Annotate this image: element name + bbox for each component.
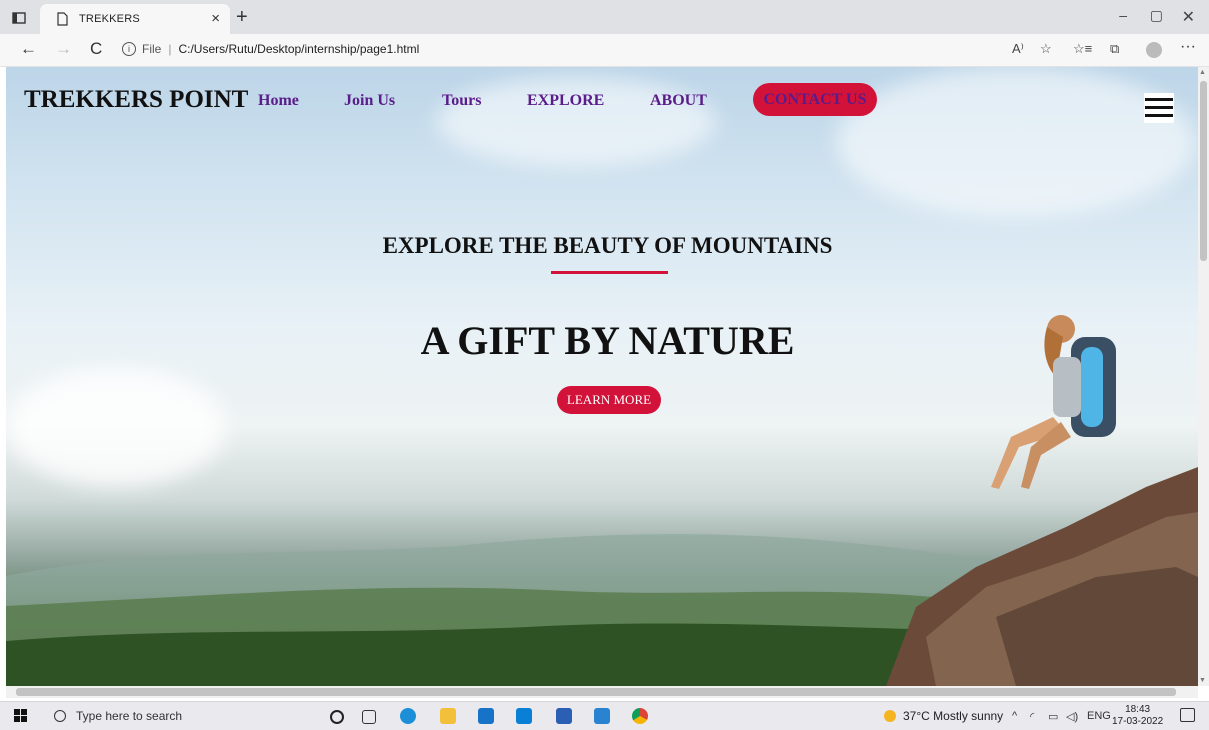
vertical-scroll-thumb[interactable]: [1200, 81, 1207, 261]
hero-title: A GIFT BY NATURE: [420, 318, 795, 363]
nav-link-join-us[interactable]: Join Us: [344, 92, 395, 110]
vertical-scrollbar[interactable]: ▲ ▼: [1198, 67, 1209, 686]
site-info-icon[interactable]: i: [122, 42, 136, 56]
nav-link-home[interactable]: Home: [258, 92, 299, 110]
taskbar-search-placeholder: Type here to search: [76, 709, 183, 723]
weather-text: 37°C Mostly sunny: [903, 709, 1004, 723]
tray-chevron-icon[interactable]: ^: [1012, 710, 1017, 722]
contact-us-button[interactable]: CONTACT US: [753, 83, 877, 116]
tab-actions-glyph: [12, 12, 26, 24]
new-tab-button[interactable]: +: [236, 6, 248, 28]
tab-close-icon[interactable]: ×: [211, 11, 220, 26]
clock-date: 17-03-2022: [1112, 716, 1164, 727]
windows-start-icon[interactable]: [14, 709, 28, 723]
windows-taskbar: Type here to search 37°C Mostly sunny ^ …: [0, 701, 1209, 730]
site-brand[interactable]: TREKKERS POINT: [24, 86, 248, 114]
language-indicator[interactable]: ENG: [1087, 710, 1111, 722]
battery-icon[interactable]: ▭: [1048, 710, 1058, 723]
favorites-add-icon[interactable]: ☆: [1040, 41, 1052, 57]
profile-icon[interactable]: [1146, 42, 1162, 58]
horizontal-scrollbar[interactable]: [6, 686, 1198, 698]
taskbar-clock[interactable]: 18:43 17-03-2022: [1112, 704, 1163, 728]
site-navbar: TREKKERS POINT Home Join Us Tours EXPLOR…: [6, 67, 1198, 131]
nav-link-explore[interactable]: EXPLORE: [527, 92, 604, 110]
network-icon[interactable]: ◜: [1030, 710, 1034, 723]
weather-widget[interactable]: 37°C Mostly sunny: [884, 709, 1003, 723]
task-view-icon[interactable]: [362, 710, 376, 724]
taskbar-search[interactable]: Type here to search: [46, 706, 304, 726]
reload-button[interactable]: C: [90, 39, 102, 59]
dell-icon[interactable]: [516, 708, 532, 724]
collections-icon[interactable]: ⧉: [1110, 41, 1119, 57]
nav-link-tours[interactable]: Tours: [442, 92, 481, 110]
cortana-icon[interactable]: [330, 710, 344, 724]
vscode-icon[interactable]: [594, 708, 610, 724]
maximize-button[interactable]: ▢: [1150, 7, 1163, 24]
address-separator: |: [168, 42, 172, 56]
nav-link-about[interactable]: ABOUT: [650, 92, 707, 110]
chrome-icon[interactable]: [632, 708, 648, 724]
horizontal-scroll-thumb[interactable]: [16, 688, 1176, 696]
read-aloud-icon[interactable]: A⁾: [1012, 41, 1024, 57]
mail-icon[interactable]: [478, 708, 494, 724]
back-button[interactable]: ←: [20, 39, 37, 59]
learn-more-button[interactable]: LEARN MORE: [557, 386, 661, 414]
hamburger-line: [1145, 114, 1173, 117]
more-icon[interactable]: ···: [1180, 38, 1196, 56]
address-bar[interactable]: i File | C:/Users/Rutu/Desktop/internshi…: [122, 38, 1002, 60]
hamburger-line: [1145, 98, 1173, 101]
scroll-down-icon[interactable]: ▼: [1199, 677, 1206, 684]
browser-tab[interactable]: TREKKERS ×: [40, 4, 230, 34]
scroll-up-icon[interactable]: ▲: [1199, 69, 1206, 76]
hero-section: TREKKERS POINT Home Join Us Tours EXPLOR…: [6, 67, 1198, 686]
edge-icon[interactable]: [400, 708, 416, 724]
word-icon[interactable]: [556, 708, 572, 724]
address-toolbar: ← → C i File | C:/Users/Rutu/Desktop/int…: [0, 34, 1209, 67]
page-icon: [54, 11, 70, 27]
hamburger-line: [1145, 106, 1173, 109]
cloud-shape: [6, 367, 226, 487]
notifications-icon[interactable]: [1180, 708, 1195, 722]
hero-subtitle: EXPLORE THE BEAUTY OF MOUNTAINS: [382, 233, 833, 258]
address-scheme: File: [142, 42, 162, 56]
address-path: C:/Users/Rutu/Desktop/internship/page1.h…: [178, 42, 420, 56]
close-window-button[interactable]: ✕: [1182, 7, 1195, 27]
hamburger-menu-icon[interactable]: [1144, 93, 1174, 123]
clock-time: 18:43: [1125, 704, 1151, 715]
hero-divider: [551, 271, 668, 274]
tab-actions-icon[interactable]: [6, 6, 32, 30]
browser-tabbar: TREKKERS × + – ▢ ✕: [0, 0, 1209, 34]
tab-title: TREKKERS: [79, 13, 140, 25]
volume-icon[interactable]: ◁): [1066, 710, 1078, 723]
favorites-icon[interactable]: ☆≡: [1073, 41, 1092, 57]
file-explorer-icon[interactable]: [440, 708, 456, 724]
forward-button[interactable]: →: [55, 39, 72, 59]
minimize-button[interactable]: –: [1119, 7, 1127, 23]
sun-icon: [884, 710, 896, 722]
search-icon: [54, 710, 66, 722]
